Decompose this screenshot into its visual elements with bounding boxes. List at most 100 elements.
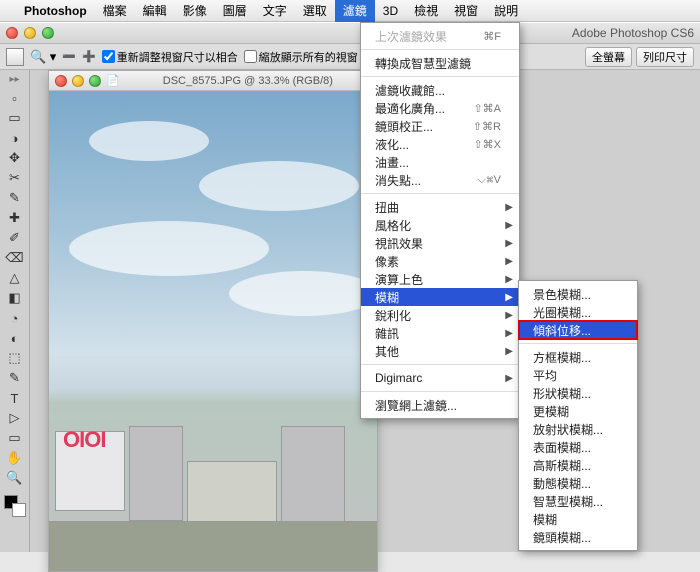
blur-item-12[interactable]: 智慧型模糊...: [519, 492, 637, 510]
chevron-right-icon: ▶: [505, 310, 513, 321]
menu-item-digimarc[interactable]: Digimarc▶: [361, 369, 519, 387]
blur-item-13[interactable]: 模糊: [519, 510, 637, 528]
blur-item-10[interactable]: 高斯模糊...: [519, 456, 637, 474]
menu-3d[interactable]: 3D: [375, 0, 406, 22]
doc-zoom-icon[interactable]: [89, 75, 101, 87]
foreground-background-swatch[interactable]: [4, 495, 26, 517]
chevron-right-icon: ▶: [505, 346, 513, 357]
menu-item-視訊效果[interactable]: 視訊效果▶: [361, 234, 519, 252]
menu-item-convert-smart[interactable]: 轉換成智慧型濾鏡: [361, 54, 519, 72]
resize-window-checkbox[interactable]: 重新調整視窗尺寸以相合: [102, 49, 238, 65]
menu-help[interactable]: 說明: [486, 0, 526, 22]
menu-image[interactable]: 影像: [175, 0, 215, 22]
last-filter-label: 上次濾鏡效果: [375, 28, 447, 45]
canvas[interactable]: OIOI: [49, 91, 377, 571]
chevron-right-icon: ▶: [505, 220, 513, 231]
filter-menu: 上次濾鏡效果 ⌘F 轉換成智慧型濾鏡 濾鏡收藏館... 最適化廣角...⇧⌘A …: [360, 22, 520, 419]
fullscreen-button[interactable]: 全螢幕: [585, 47, 632, 67]
printsize-button[interactable]: 列印尺寸: [636, 47, 694, 67]
tool-15[interactable]: T: [4, 388, 26, 408]
menu-item-其他[interactable]: 其他▶: [361, 342, 519, 360]
menu-item-扭曲[interactable]: 扭曲▶: [361, 198, 519, 216]
tool-9[interactable]: △: [4, 268, 26, 288]
app-titlebar: Adobe Photoshop CS6: [0, 22, 700, 44]
menu-file[interactable]: 檔案: [95, 0, 135, 22]
zoom-dropdown-icon[interactable]: 🔍 ▾: [30, 49, 56, 65]
minimize-icon[interactable]: [24, 27, 36, 39]
tool-14[interactable]: ✎: [4, 368, 26, 388]
doc-minimize-icon[interactable]: [72, 75, 84, 87]
menu-item-銳利化[interactable]: 銳利化▶: [361, 306, 519, 324]
chevron-right-icon: ▶: [505, 256, 513, 267]
document-titlebar[interactable]: 📄 DSC_8575.JPG @ 33.3% (RGB/8): [49, 71, 377, 91]
menu-type[interactable]: 文字: [255, 0, 295, 22]
blur-submenu: 景色模糊...光圈模糊...傾斜位移... 方框模糊...平均形狀模糊...更模糊…: [518, 280, 638, 551]
tool-17[interactable]: ▭: [4, 428, 26, 448]
zoom-icon[interactable]: [42, 27, 54, 39]
tool-1[interactable]: ▭: [4, 108, 26, 128]
blur-item-2[interactable]: 傾斜位移...: [519, 321, 637, 339]
options-bar: 🔍 ▾ ➖ ➕ 重新調整視窗尺寸以相合 縮放顯示所有的視窗 拖 全螢幕 列印尺寸: [0, 44, 700, 70]
tool-2[interactable]: ◑: [4, 128, 26, 148]
blur-item-11[interactable]: 動態模糊...: [519, 474, 637, 492]
menu-item-oilpaint[interactable]: 油畫...: [361, 153, 519, 171]
menu-item-browse-online[interactable]: 瀏覽網上濾鏡...: [361, 396, 519, 414]
app-name[interactable]: Photoshop: [16, 0, 95, 22]
menu-filter[interactable]: 濾鏡: [335, 0, 375, 22]
tool-10[interactable]: ◧: [4, 288, 26, 308]
toolbox: ▸▸ ▫▭◑✥✂✎✚✐⌫△◧◔◐⬚✎T▷▭✋🔍: [0, 70, 30, 552]
menu-item-模糊[interactable]: 模糊▶: [361, 288, 519, 306]
chevron-right-icon: ▶: [505, 238, 513, 249]
chevron-right-icon: ▶: [505, 274, 513, 285]
zoom-in-icon[interactable]: ➕: [82, 50, 96, 63]
tool-preset-icon[interactable]: [6, 48, 24, 66]
menu-item-liquify[interactable]: 液化...⇧⌘X: [361, 135, 519, 153]
blur-item-6[interactable]: 形狀模糊...: [519, 384, 637, 402]
tool-18[interactable]: ✋: [4, 448, 26, 468]
menu-item-adaptive[interactable]: 最適化廣角...⇧⌘A: [361, 99, 519, 117]
blur-item-14[interactable]: 鏡頭模糊...: [519, 528, 637, 546]
doc-close-icon[interactable]: [55, 75, 67, 87]
tool-19[interactable]: 🔍: [4, 468, 26, 488]
tool-0[interactable]: ▫: [4, 88, 26, 108]
blur-item-8[interactable]: 放射狀模糊...: [519, 420, 637, 438]
toolbox-grip-icon[interactable]: ▸▸: [9, 74, 19, 85]
tool-4[interactable]: ✂: [4, 168, 26, 188]
blur-item-5[interactable]: 平均: [519, 366, 637, 384]
close-icon[interactable]: [6, 27, 18, 39]
resize-window-label: 重新調整視窗尺寸以相合: [117, 49, 238, 65]
menu-item-風格化[interactable]: 風格化▶: [361, 216, 519, 234]
blur-item-1[interactable]: 光圈模糊...: [519, 303, 637, 321]
tool-12[interactable]: ◐: [4, 328, 26, 348]
menu-item-vanishing[interactable]: 消失點...⌵⌘V: [361, 171, 519, 189]
menu-window[interactable]: 視窗: [446, 0, 486, 22]
blur-item-4[interactable]: 方框模糊...: [519, 348, 637, 366]
tool-5[interactable]: ✎: [4, 188, 26, 208]
menu-select[interactable]: 選取: [295, 0, 335, 22]
menu-item-雜訊[interactable]: 雜訊▶: [361, 324, 519, 342]
chevron-right-icon: ▶: [505, 373, 513, 384]
zoom-out-icon[interactable]: ➖: [62, 50, 76, 63]
menu-item-演算上色[interactable]: 演算上色▶: [361, 270, 519, 288]
tool-13[interactable]: ⬚: [4, 348, 26, 368]
menu-layer[interactable]: 圖層: [215, 0, 255, 22]
tool-7[interactable]: ✐: [4, 228, 26, 248]
menu-item-last-filter: 上次濾鏡效果 ⌘F: [361, 27, 519, 45]
menu-item-像素[interactable]: 像素▶: [361, 252, 519, 270]
tool-16[interactable]: ▷: [4, 408, 26, 428]
blur-item-9[interactable]: 表面模糊...: [519, 438, 637, 456]
zoom-all-checkbox[interactable]: 縮放顯示所有的視窗: [244, 49, 358, 65]
tool-11[interactable]: ◔: [4, 308, 26, 328]
menu-item-gallery[interactable]: 濾鏡收藏館...: [361, 81, 519, 99]
doc-icon: 📄: [106, 74, 120, 87]
blur-item-0[interactable]: 景色模糊...: [519, 285, 637, 303]
blur-item-7[interactable]: 更模糊: [519, 402, 637, 420]
app-window-title: Adobe Photoshop CS6: [572, 26, 694, 40]
menu-view[interactable]: 檢視: [406, 0, 446, 22]
mac-menubar: Photoshop 檔案 編輯 影像 圖層 文字 選取 濾鏡 3D 檢視 視窗 …: [0, 0, 700, 22]
tool-8[interactable]: ⌫: [4, 248, 26, 268]
menu-edit[interactable]: 編輯: [135, 0, 175, 22]
tool-6[interactable]: ✚: [4, 208, 26, 228]
tool-3[interactable]: ✥: [4, 148, 26, 168]
menu-item-lens[interactable]: 鏡頭校正...⇧⌘R: [361, 117, 519, 135]
